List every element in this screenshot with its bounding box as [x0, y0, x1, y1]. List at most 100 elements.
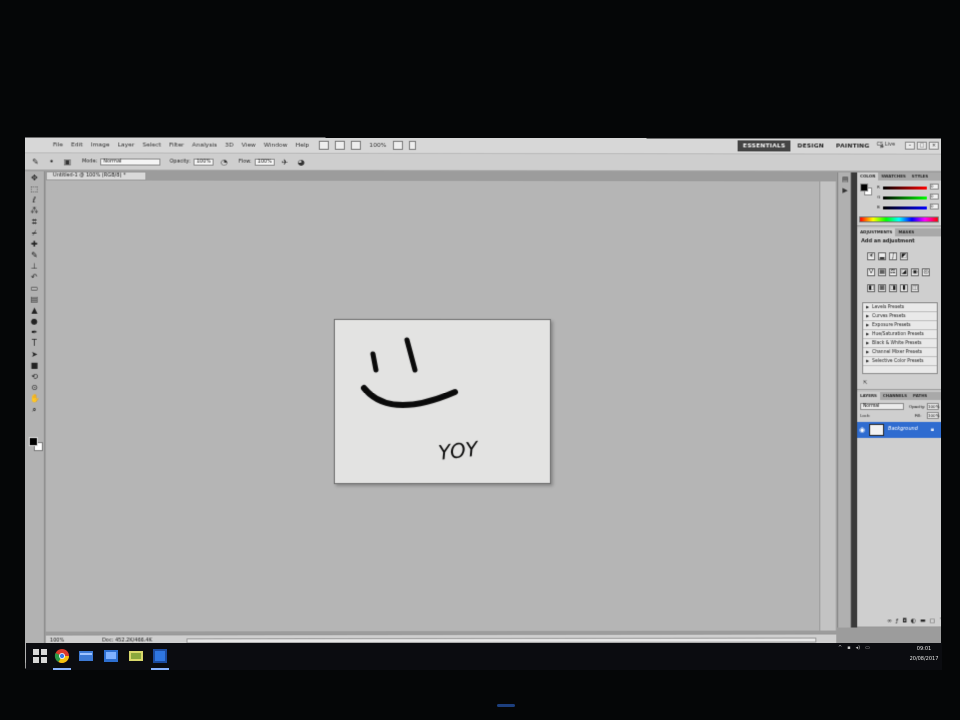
mode-select[interactable]: Normal	[100, 157, 161, 166]
airbrush-icon[interactable]: ✈	[279, 157, 290, 166]
flow-field[interactable]: 100%	[254, 158, 275, 166]
fill-field[interactable]: 100%	[926, 411, 939, 419]
tab-adjustments[interactable]: ADJUSTMENTS	[857, 228, 896, 237]
tab-channels[interactable]: CHANNELS	[880, 392, 910, 400]
eyedropper-tool-icon[interactable]: ⌿	[30, 229, 39, 238]
list-item[interactable]: ▶ Curves Presets	[863, 312, 937, 322]
tab-paths[interactable]: PATHS	[910, 392, 930, 400]
brightness-contrast-icon[interactable]: ☀	[867, 252, 876, 261]
invert-icon[interactable]: ◧	[867, 284, 876, 293]
layer-style-icon[interactable]: ƒ	[896, 617, 898, 624]
marquee-tool-icon[interactable]: ⬚	[30, 184, 39, 193]
exposure-icon[interactable]: ◩	[899, 252, 908, 261]
cs-live-button[interactable]: CS Live	[877, 142, 895, 148]
curves-icon[interactable]: ∫	[889, 252, 897, 261]
blur-tool-icon[interactable]: ▲	[30, 306, 39, 315]
zoom-level-select[interactable]: 100%	[369, 142, 386, 149]
tab-masks[interactable]: MASKS	[895, 228, 917, 236]
color-chips[interactable]	[860, 183, 873, 196]
image-canvas[interactable]: YOY	[333, 318, 551, 485]
actions-panel-icon[interactable]: ▶	[841, 186, 849, 194]
zoom-tool-icon[interactable]: ⌕	[30, 405, 39, 414]
menu-layer[interactable]: Layer	[114, 137, 139, 153]
layer-opacity-field[interactable]: 100%	[926, 403, 939, 410]
chrome-icon[interactable]	[54, 648, 70, 664]
selective-color-icon[interactable]: ◫	[910, 284, 919, 293]
black-white-icon[interactable]: ◪	[899, 268, 908, 277]
spot-healing-tool-icon[interactable]: ✚	[30, 240, 39, 249]
history-brush-tool-icon[interactable]: ↶	[30, 273, 39, 282]
photos-icon[interactable]	[128, 648, 144, 664]
view-extras-icon[interactable]	[351, 140, 362, 150]
crop-tool-icon[interactable]: ⌗	[30, 218, 39, 227]
layer-name[interactable]: Background	[888, 426, 918, 432]
photo-filter-icon[interactable]: ◉	[910, 268, 919, 277]
posterize-icon[interactable]: ▩	[878, 284, 887, 293]
vertical-scrollbar[interactable]	[819, 181, 836, 631]
list-item[interactable]: ▶ Levels Presets	[863, 303, 937, 313]
history-panel-icon[interactable]: ▤	[841, 175, 849, 183]
red-slider[interactable]: R 0	[877, 183, 939, 192]
brush-preset-picker-icon[interactable]: •	[46, 157, 57, 166]
new-layer-icon[interactable]: ▢	[930, 617, 936, 624]
pen-tool-icon[interactable]: ✒	[30, 328, 39, 337]
gradient-map-icon[interactable]: ▮	[899, 284, 908, 293]
photoshop-icon[interactable]	[152, 648, 168, 664]
windows-start-icon[interactable]	[32, 648, 48, 664]
document-tab[interactable]: Untitled-1 @ 100% (RGB/8) *	[45, 171, 147, 181]
green-value[interactable]: 0	[929, 193, 939, 200]
blend-mode-select[interactable]: Normal	[860, 403, 904, 410]
menu-select[interactable]: Select	[139, 137, 166, 153]
brush-tool-icon[interactable]: ✎	[30, 251, 39, 260]
eye-icon[interactable]: ◉	[859, 426, 867, 434]
channel-mixer-icon[interactable]: ◎	[921, 268, 930, 277]
red-value[interactable]: 0	[929, 183, 939, 190]
vibrance-icon[interactable]: V	[867, 268, 876, 277]
minimize-button[interactable]: –	[904, 141, 915, 150]
chevron-up-icon[interactable]: ^	[838, 645, 842, 651]
toggle-brush-panel-icon[interactable]: ▣	[62, 157, 73, 166]
move-tool-icon[interactable]: ✥	[30, 173, 39, 182]
green-slider[interactable]: G 0	[877, 193, 939, 201]
color-balance-icon[interactable]: ⚖	[889, 268, 897, 277]
list-item[interactable]: ▶ Hue/Saturation Presets	[863, 330, 937, 340]
tab-layers[interactable]: LAYERS	[857, 392, 880, 401]
file-explorer-icon[interactable]	[78, 648, 94, 664]
menu-file[interactable]: File	[49, 137, 67, 153]
tab-styles[interactable]: STYLES	[909, 173, 932, 181]
shape-tool-icon[interactable]: ■	[30, 361, 39, 370]
layer-row-background[interactable]: ◉ Background 🔒︎	[857, 421, 941, 438]
menu-image[interactable]: Image	[87, 137, 114, 153]
foreground-color-chip[interactable]	[860, 183, 869, 192]
quick-selection-tool-icon[interactable]: ⁂	[30, 206, 39, 215]
menu-view[interactable]: View	[237, 137, 259, 153]
list-item[interactable]: ▶ Selective Color Presets	[863, 357, 937, 367]
threshold-icon[interactable]: ◨	[889, 284, 897, 293]
list-item[interactable]: ▶ Exposure Presets	[863, 321, 937, 331]
menu-analysis[interactable]: Analysis	[188, 137, 221, 153]
menu-3d[interactable]: 3D	[221, 137, 237, 153]
brush-tool-preset-icon[interactable]: ✎	[30, 157, 41, 166]
close-button[interactable]: ×	[928, 141, 939, 150]
opacity-field[interactable]: 100%	[193, 158, 214, 166]
link-layers-icon[interactable]: ∞	[887, 617, 892, 624]
return-to-list-icon[interactable]: ⇱	[863, 380, 867, 386]
screen-mode-icon[interactable]	[408, 140, 416, 150]
taskbar-clock[interactable]: 09:01 20/08/2017	[906, 644, 942, 664]
clone-stamp-tool-icon[interactable]: ⊥	[30, 262, 39, 271]
eraser-tool-icon[interactable]: ▭	[30, 284, 39, 293]
menu-edit[interactable]: Edit	[67, 137, 87, 153]
delete-layer-icon[interactable]: 🗑︎	[939, 617, 941, 624]
foreground-color-swatch[interactable]	[28, 437, 38, 447]
gradient-tool-icon[interactable]: ▤	[30, 295, 39, 304]
launch-bridge-icon[interactable]	[319, 140, 330, 150]
tablet-pressure-opacity-icon[interactable]: ◔	[218, 157, 229, 166]
list-item[interactable]: ▶ Channel Mixer Presets	[863, 348, 937, 358]
list-item[interactable]: ▶ Black & White Presets	[863, 339, 937, 349]
network-icon[interactable]: ▪	[847, 645, 850, 651]
hand-tool-icon[interactable]: ✋	[30, 394, 40, 403]
store-icon[interactable]	[103, 648, 119, 664]
color-swatches[interactable]	[28, 437, 43, 452]
workspace-essentials[interactable]: ESSENTIALS	[737, 140, 791, 152]
workspace-design[interactable]: DESIGN	[792, 140, 829, 151]
